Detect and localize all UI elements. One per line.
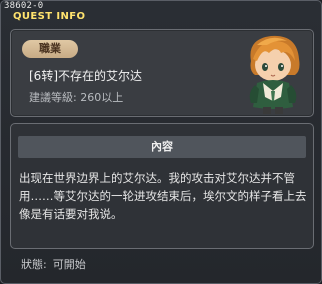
quest-name: [6转]不存在的艾尔达 xyxy=(29,69,142,83)
required-level: 建議等級: 260以上 xyxy=(29,91,124,104)
content-panel: 內容 出现在世界边界上的艾尔达。我的攻击对艾尔达并不管用……等艾尔达的一轮进攻结… xyxy=(10,123,314,249)
quest-info-panel: 職業 [6转]不存在的艾尔达 建議等級: 260以上 xyxy=(10,29,314,117)
quest-info-window: 38602-0 QUEST INFO 職業 [6转]不存在的艾尔达 建議等級: … xyxy=(0,0,322,284)
npc-portrait-icon xyxy=(249,35,300,114)
quest-status: 狀態: 可開始 xyxy=(21,257,86,273)
status-value: 可開始 xyxy=(52,258,86,271)
content-header: 內容 xyxy=(18,136,306,158)
status-label: 狀態: xyxy=(21,258,47,271)
job-tag: 職業 xyxy=(22,40,78,58)
quest-description: 出现在世界边界上的艾尔达。我的攻击对艾尔达并不管用……等艾尔达的一轮进攻结束后，… xyxy=(19,171,307,221)
window-title: QUEST INFO xyxy=(13,11,86,22)
